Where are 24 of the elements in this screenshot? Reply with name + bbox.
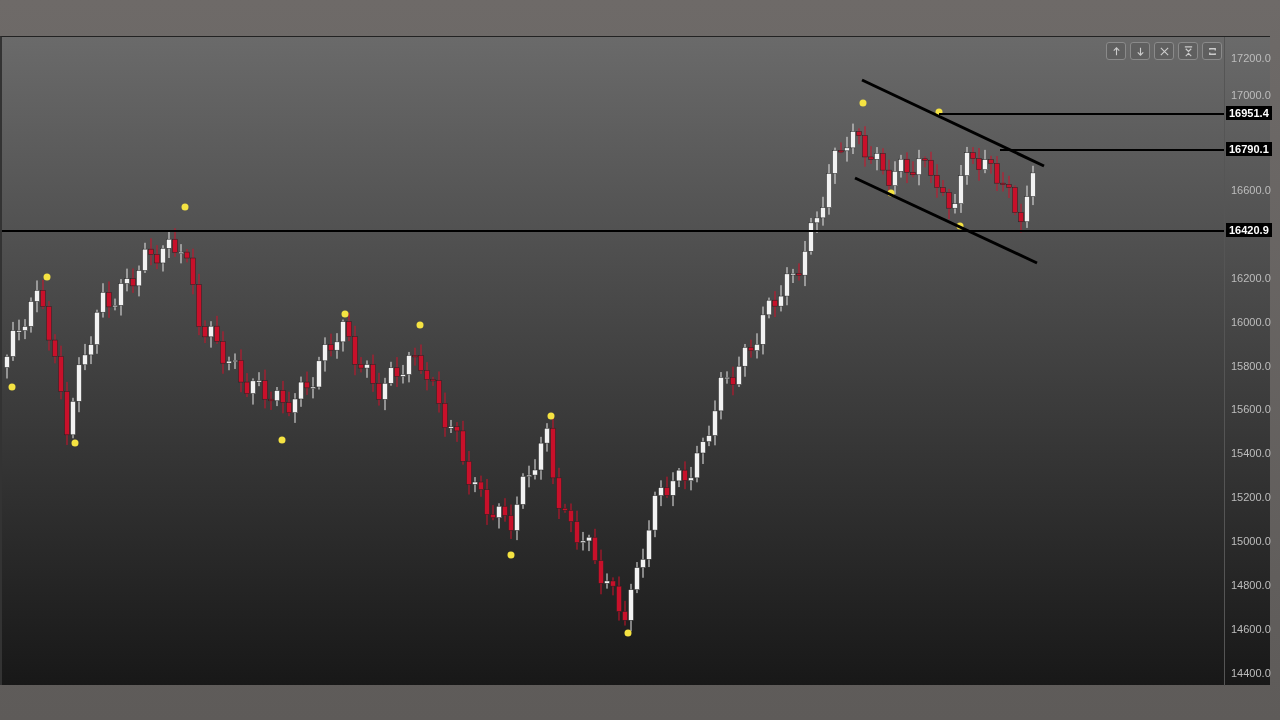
axis-tick-label: 17200.0	[1231, 51, 1271, 66]
up-button[interactable]	[1106, 42, 1126, 60]
cycle-button[interactable]	[1202, 42, 1222, 60]
close-button[interactable]	[1154, 42, 1174, 60]
axis-tick-label: 15000.0	[1231, 534, 1271, 550]
price-label: 16420.9	[1226, 223, 1272, 237]
axis-tick-label: 15800.0	[1231, 358, 1271, 374]
axis-tick-label: 14400.0	[1231, 666, 1271, 681]
price-label: 16790.1	[1226, 142, 1272, 156]
axis-tick-label: 15600.0	[1231, 402, 1271, 418]
axis-tick-label: 16200.0	[1231, 270, 1271, 286]
axis-tick-label: 14800.0	[1231, 578, 1271, 594]
price-label: 16951.4	[1226, 106, 1272, 120]
down-button[interactable]	[1130, 42, 1150, 60]
axis-tick-label: 17000.0	[1231, 87, 1271, 103]
axis-tick-label: 15400.0	[1231, 446, 1271, 462]
close-icon	[1158, 45, 1170, 57]
axis-tick-label: 16600.0	[1231, 182, 1271, 198]
axis-tick-label: 16000.0	[1231, 314, 1271, 330]
axis-tick-label: 14600.0	[1231, 622, 1271, 638]
collapse-button[interactable]	[1178, 42, 1198, 60]
axis-tick-label: 15200.0	[1231, 490, 1271, 506]
collapse-icon	[1182, 45, 1194, 57]
cycle-icon	[1206, 45, 1218, 57]
